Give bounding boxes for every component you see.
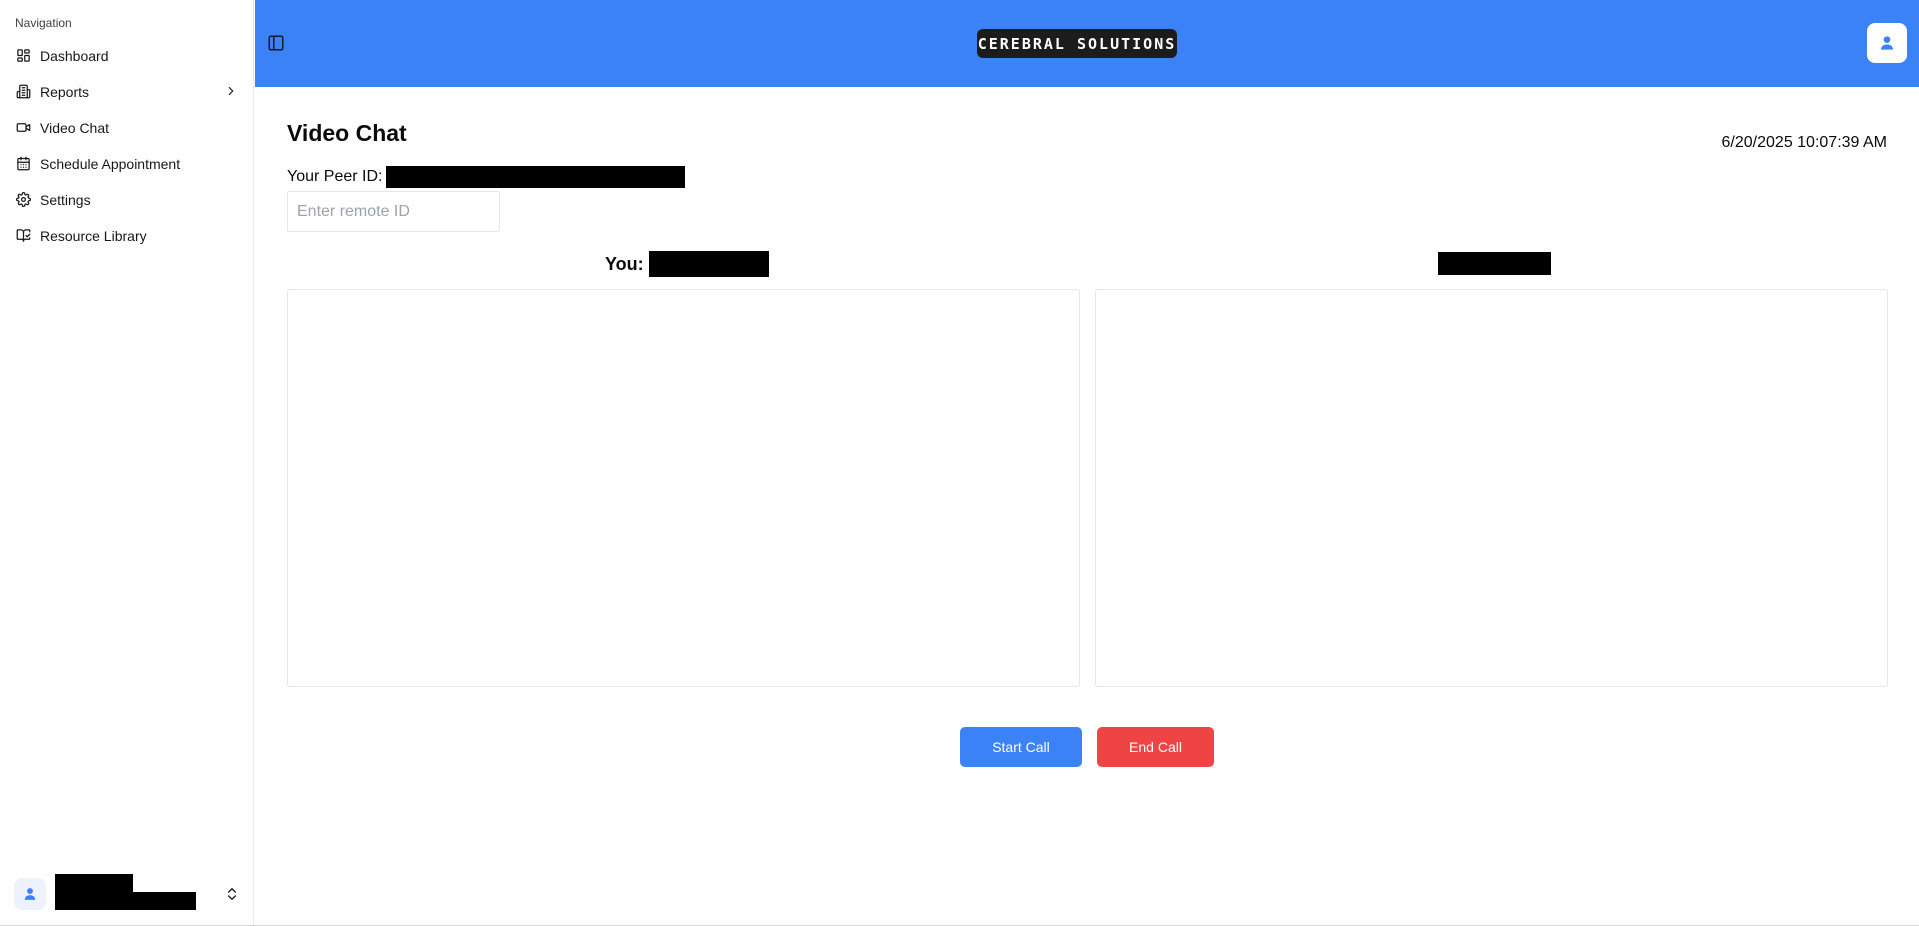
peer-id-label: Your Peer ID: [287,168,383,185]
avatar [14,878,46,910]
chevron-right-icon [224,84,238,101]
remote-video [1095,289,1888,687]
sidebar-item-schedule-appointment[interactable]: Schedule Appointment [8,146,246,182]
end-call-button[interactable]: End Call [1097,727,1214,767]
sidebar-item-reports[interactable]: Reports [8,74,246,110]
you-label-text: You: [605,253,644,274]
chevrons-up-down-icon [228,888,236,900]
redacted-user-name [55,874,200,914]
app: Navigation Dashboard Reports Video Chat … [0,0,1919,926]
peer-id-row: Your Peer ID: [287,166,686,188]
gear-icon [16,192,32,208]
sidebar-item-label: Settings [40,192,91,208]
reports-icon [16,84,32,100]
sidebar-item-video-chat[interactable]: Video Chat [8,110,246,146]
sidebar-item-settings[interactable]: Settings [8,182,246,218]
sidebar-item-label: Reports [40,84,90,100]
redacted-remote-name [1438,252,1551,275]
video-icon [16,120,32,136]
sidebar-item-label: Video Chat [40,120,110,136]
sidebar-heading: Navigation [15,16,72,30]
redacted-peer-id [386,166,686,188]
local-video [287,289,1080,687]
current-datetime: 6/20/2025 10:07:39 AM [1721,134,1887,151]
library-icon [16,228,32,244]
profile-button[interactable] [1867,23,1907,63]
user-icon [24,888,36,900]
sidebar-nav: Dashboard Reports Video Chat Schedule Ap… [8,38,246,254]
sidebar-item-label: Schedule Appointment [40,156,181,172]
logo: CEREBRAL SOLUTIONS [977,29,1177,58]
remote-id-input[interactable] [287,191,500,232]
user-icon [1881,36,1893,50]
redacted-local-name [648,251,769,277]
redaction-block [55,892,196,910]
local-video-label: You: [605,251,769,277]
page-title: Video Chat [287,120,407,146]
sidebar: Navigation Dashboard Reports Video Chat … [0,0,254,926]
sidebar-item-resource-library[interactable]: Resource Library [8,218,246,254]
sidebar-item-dashboard[interactable]: Dashboard [8,38,246,74]
sidebar-item-label: Resource Library [40,228,147,244]
sidebar-toggle-icon[interactable] [267,34,285,52]
top-header: CEREBRAL SOLUTIONS [255,0,1919,87]
calendar-icon [16,156,32,172]
user-menu-button[interactable] [14,874,240,914]
dashboard-icon [16,48,32,64]
sidebar-item-label: Dashboard [40,48,109,64]
start-call-button[interactable]: Start Call [960,727,1082,767]
